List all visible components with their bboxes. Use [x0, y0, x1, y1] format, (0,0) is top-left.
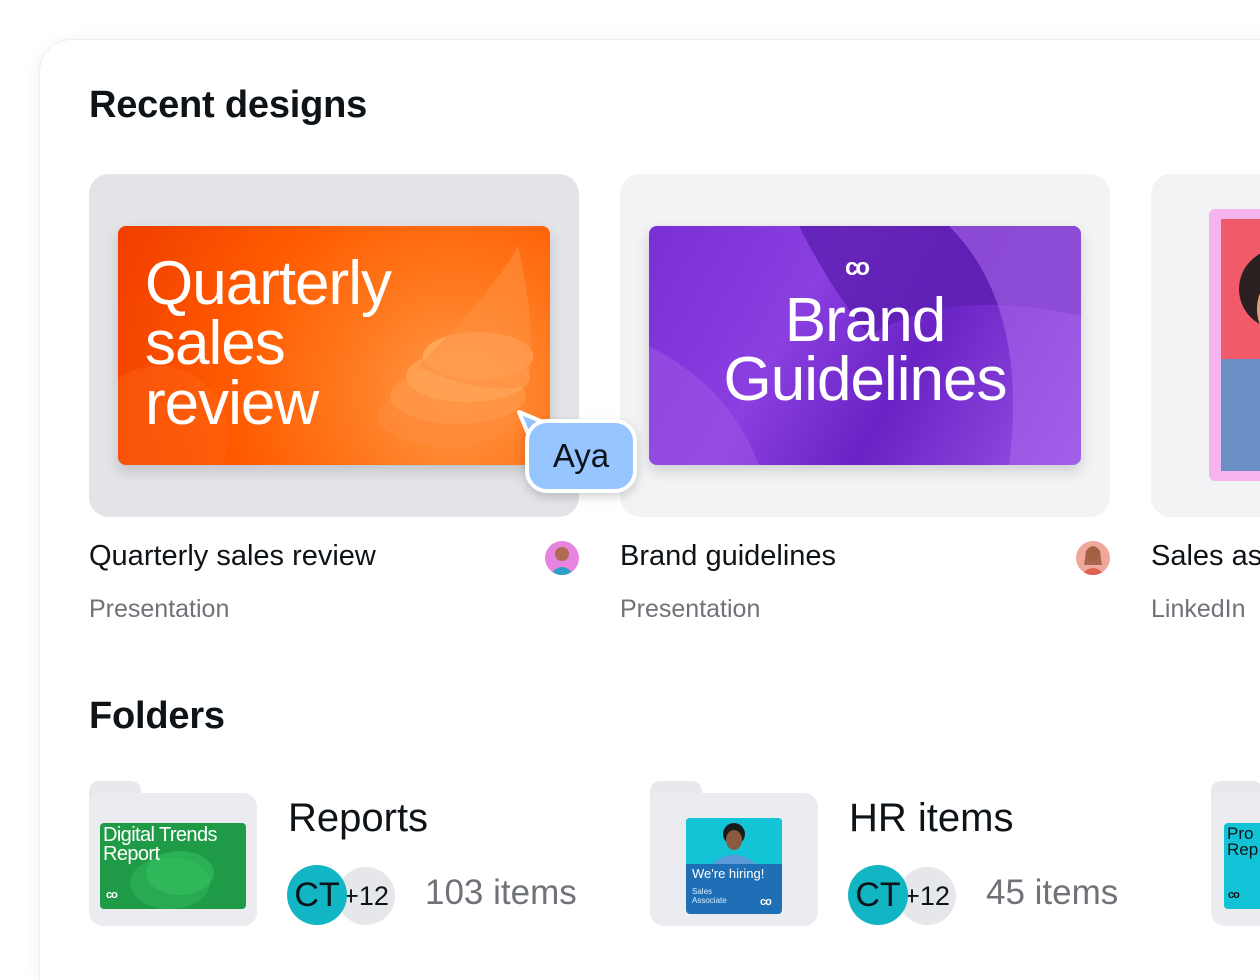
design-thumbnail: [1209, 209, 1260, 481]
folder-reports[interactable]: Digital Trends Report co Reports CT +12 …: [89, 781, 629, 931]
design-card-sales-associate[interactable]: Sales as LinkedIn: [1151, 174, 1260, 623]
design-type: Presentation: [89, 595, 230, 623]
brand-logo-icon: co: [760, 896, 772, 908]
design-type: Presentation: [620, 595, 761, 623]
folder-thumbnail: Digital Trends Report co: [100, 823, 246, 909]
owner-avatar: CT: [287, 865, 347, 925]
brand-logo-icon: co: [1228, 889, 1240, 901]
design-type: LinkedIn: [1151, 595, 1246, 623]
home-panel: Recent designs Quarterly sales review Qu…: [40, 40, 1260, 980]
folder-thumbnail-title: Digital Trends Report: [103, 824, 217, 865]
collaborator-avatar: [545, 541, 579, 575]
folder-thumbnail: Pro Rep co: [1224, 823, 1260, 909]
design-thumbnail: Quarterly sales review: [118, 226, 550, 465]
design-name[interactable]: Brand guidelines: [620, 540, 836, 573]
folder-item-count: 103 items: [425, 873, 577, 912]
folder-thumbnail: We're hiring! Sales Associate co: [686, 818, 782, 914]
folder-thumbnail-subtitle: Sales Associate: [692, 887, 727, 905]
folder-name[interactable]: HR items: [849, 796, 1013, 841]
collaborator-avatar: [1076, 541, 1110, 575]
design-thumbnail-frame[interactable]: co Brand Guidelines: [620, 174, 1110, 517]
brand-logo-icon: co: [845, 254, 870, 281]
design-card-brand-guidelines[interactable]: co Brand Guidelines Brand guidelines Pre…: [620, 174, 1110, 623]
folder-icon: Pro Rep co: [1211, 781, 1260, 929]
thumbnail-title: Brand Guidelines: [723, 286, 1008, 414]
collaborator-cursor-label: Aya: [525, 419, 637, 493]
thumbnail-title: Quarterly sales review: [145, 249, 392, 439]
brand-logo-icon: co: [106, 889, 118, 901]
folder-third[interactable]: Pro Rep co: [1211, 781, 1260, 931]
folder-name[interactable]: Reports: [288, 796, 428, 841]
design-card-quarterly-sales-review[interactable]: Quarterly sales review Quarterly sales r…: [89, 174, 579, 623]
design-thumbnail: co Brand Guidelines: [649, 226, 1081, 465]
design-name[interactable]: Sales as: [1151, 540, 1260, 573]
folder-icon: Digital Trends Report co: [89, 781, 257, 929]
folder-thumbnail-title: Pro Rep: [1227, 824, 1259, 860]
design-name[interactable]: Quarterly sales review: [89, 540, 376, 573]
owner-avatar: CT: [848, 865, 908, 925]
folder-hr-items[interactable]: We're hiring! Sales Associate co HR item…: [650, 781, 1190, 931]
design-thumbnail-frame[interactable]: [1151, 174, 1260, 517]
folder-thumbnail-title: We're hiring!: [692, 866, 765, 881]
folders-heading: Folders: [89, 695, 225, 737]
folder-item-count: 45 items: [986, 873, 1119, 912]
folder-icon: We're hiring! Sales Associate co: [650, 781, 818, 929]
recent-designs-heading: Recent designs: [89, 84, 368, 126]
design-thumbnail-frame[interactable]: Quarterly sales review: [89, 174, 579, 517]
